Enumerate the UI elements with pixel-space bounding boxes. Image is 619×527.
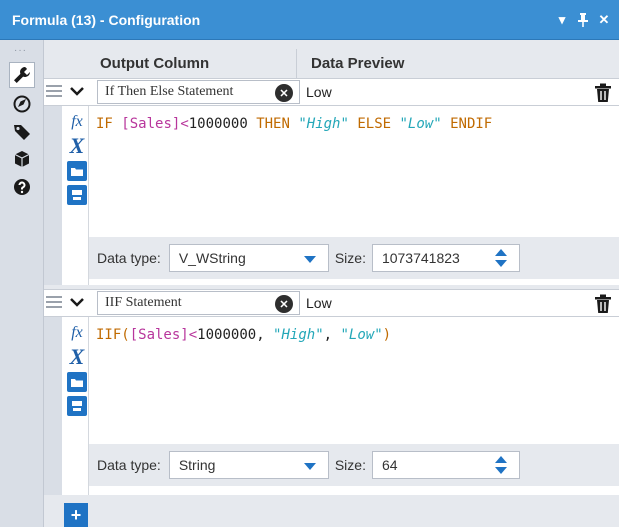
data-type-label: Data type:: [97, 457, 161, 473]
variable-icon[interactable]: X: [67, 344, 87, 369]
clear-icon[interactable]: ✕: [275, 84, 293, 102]
size-input[interactable]: 1073741823: [371, 244, 520, 272]
variable-icon[interactable]: X: [67, 133, 87, 158]
grip-icon: ···: [14, 45, 27, 56]
data-type-bar: Data type: String Size: 64: [89, 444, 619, 486]
dropdown-menu-icon[interactable]: ▾: [555, 11, 569, 29]
size-label: Size:: [334, 457, 366, 473]
expression-toolstrip: fx X: [63, 317, 89, 495]
size-input[interactable]: 64: [371, 451, 520, 479]
data-preview-value: Low: [306, 84, 332, 100]
save-icon[interactable]: [67, 396, 87, 416]
expression-toolstrip: fx X: [63, 106, 89, 285]
spinner-icon[interactable]: [494, 249, 509, 269]
output-column-name-field[interactable]: IIF Statement: [97, 291, 300, 315]
formula-panel: Output Column Data Preview If Then Else …: [44, 40, 619, 527]
wrench-icon[interactable]: [9, 62, 35, 88]
output-column-header: Output Column: [44, 49, 297, 78]
chevron-down-icon[interactable]: [68, 82, 86, 102]
chevron-down-icon[interactable]: [68, 293, 86, 313]
tag-icon[interactable]: [9, 119, 35, 145]
save-icon[interactable]: [67, 185, 87, 205]
data-preview-value: Low: [306, 295, 332, 311]
window-title: Formula (13) - Configuration: [12, 11, 201, 28]
output-column-name-field[interactable]: If Then Else Statement: [97, 80, 300, 104]
spinner-icon[interactable]: [494, 456, 509, 476]
trash-icon[interactable]: [594, 83, 612, 103]
pin-icon[interactable]: [576, 11, 590, 29]
open-folder-icon[interactable]: [67, 161, 87, 181]
dropdown-caret-icon: [303, 463, 316, 470]
data-type-bar: Data type: V_WString Size: 1073741823: [89, 237, 619, 279]
drag-handle-icon[interactable]: [46, 296, 62, 310]
close-icon[interactable]: ✕: [597, 11, 611, 29]
data-type-select[interactable]: String: [168, 451, 329, 479]
column-header: Output Column Data Preview: [44, 49, 619, 78]
function-icon[interactable]: fx: [67, 323, 87, 343]
expression-editor[interactable]: IF [Sales]<1000000 THEN "High" ELSE "Low…: [96, 116, 492, 132]
data-preview-header: Data Preview: [311, 55, 405, 72]
function-icon[interactable]: fx: [67, 112, 87, 132]
compass-icon[interactable]: [9, 91, 35, 117]
expression-area: fx X IF [Sales]<1000000 THEN "High" ELSE…: [44, 106, 619, 285]
trash-icon[interactable]: [594, 294, 612, 314]
window-title-bar: Formula (13) - Configuration ▾ ✕: [0, 0, 619, 40]
formula-row: If Then Else Statement ✕ Low: [44, 78, 619, 106]
help-icon[interactable]: [9, 174, 35, 200]
open-folder-icon[interactable]: [67, 372, 87, 392]
box-icon[interactable]: [9, 146, 35, 172]
formula-row: IIF Statement ✕ Low: [44, 289, 619, 317]
size-label: Size:: [334, 250, 366, 266]
data-type-select[interactable]: V_WString: [168, 244, 329, 272]
clear-icon[interactable]: ✕: [275, 295, 293, 313]
dropdown-caret-icon: [303, 256, 316, 263]
data-type-label: Data type:: [97, 250, 161, 266]
left-toolbar: ···: [0, 40, 44, 527]
expression-area: fx X IIF([Sales]<1000000, "High", "Low")…: [44, 317, 619, 495]
add-formula-button[interactable]: +: [64, 503, 88, 527]
drag-handle-icon[interactable]: [46, 85, 62, 99]
expression-editor[interactable]: IIF([Sales]<1000000, "High", "Low"): [96, 327, 391, 343]
